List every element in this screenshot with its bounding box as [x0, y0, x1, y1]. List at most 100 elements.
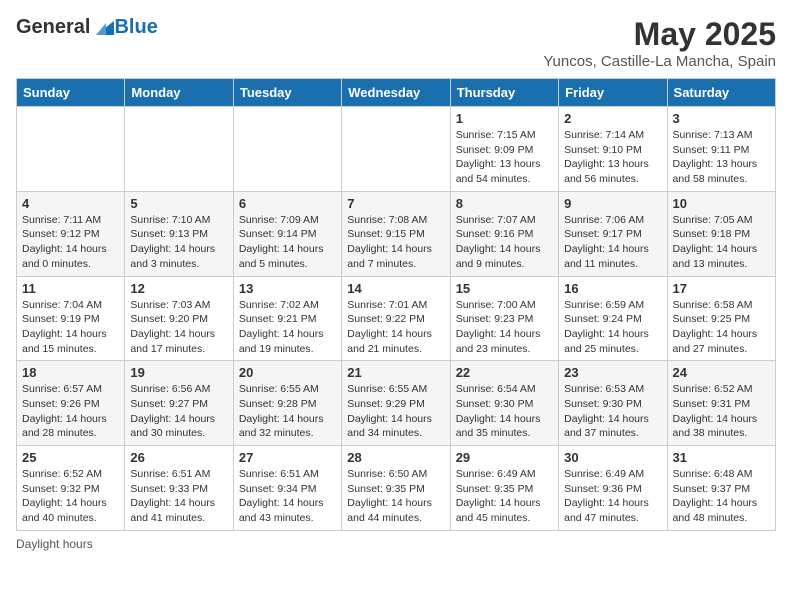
day-info: Sunrise: 7:02 AM Sunset: 9:21 PM Dayligh… — [239, 298, 336, 357]
day-info: Sunrise: 6:52 AM Sunset: 9:31 PM Dayligh… — [673, 382, 770, 441]
calendar-day-cell: 29Sunrise: 6:49 AM Sunset: 9:35 PM Dayli… — [450, 446, 558, 531]
day-number: 29 — [456, 450, 553, 465]
day-info: Sunrise: 7:09 AM Sunset: 9:14 PM Dayligh… — [239, 213, 336, 272]
calendar-day-cell: 30Sunrise: 6:49 AM Sunset: 9:36 PM Dayli… — [559, 446, 667, 531]
day-number: 12 — [130, 281, 227, 296]
day-info: Sunrise: 7:15 AM Sunset: 9:09 PM Dayligh… — [456, 128, 553, 187]
day-number: 27 — [239, 450, 336, 465]
logo-general: General — [16, 16, 90, 39]
day-info: Sunrise: 7:03 AM Sunset: 9:20 PM Dayligh… — [130, 298, 227, 357]
calendar-day-cell: 7 Sunrise: 7:08 AM Sunset: 9:15 PM Daylig… — [342, 191, 450, 276]
calendar-week-row: 4 Sunrise: 7:11 AM Sunset: 9:12 PM Daylig… — [17, 191, 776, 276]
day-info: Sunrise: 6:52 AM Sunset: 9:32 PM Dayligh… — [22, 467, 119, 526]
logo: General Blue — [16, 16, 158, 39]
day-number: 10 — [673, 196, 770, 211]
calendar-day-cell: 19 Sunrise: 6:56 AM Sunset: 9:27 PM Dayli… — [125, 361, 233, 446]
day-number: 31 — [673, 450, 770, 465]
day-info: Sunrise: 7:05 AM Sunset: 9:18 PM Dayligh… — [673, 213, 770, 272]
calendar-day-cell — [233, 107, 341, 192]
day-info: Sunrise: 7:04 AM Sunset: 9:19 PM Dayligh… — [22, 298, 119, 357]
calendar-day-cell: 26 Sunrise: 6:51 AM Sunset: 9:33 PM Dayli… — [125, 446, 233, 531]
calendar-day-cell: 23Sunrise: 6:53 AM Sunset: 9:30 PM Dayli… — [559, 361, 667, 446]
day-number: 22 — [456, 365, 553, 380]
day-number: 9 — [564, 196, 661, 211]
calendar-day-cell: 3Sunrise: 7:13 AM Sunset: 9:11 PM Daylig… — [667, 107, 775, 192]
calendar-day-cell: 22 Sunrise: 6:54 AM Sunset: 9:30 PM Dayli… — [450, 361, 558, 446]
calendar-week-row: 18Sunrise: 6:57 AM Sunset: 9:26 PM Dayli… — [17, 361, 776, 446]
day-number: 30 — [564, 450, 661, 465]
day-info: Sunrise: 6:56 AM Sunset: 9:27 PM Dayligh… — [130, 382, 227, 441]
calendar-day-cell: 2 Sunrise: 7:14 AM Sunset: 9:10 PM Daylig… — [559, 107, 667, 192]
calendar-day-cell: 20Sunrise: 6:55 AM Sunset: 9:28 PM Dayli… — [233, 361, 341, 446]
day-info: Sunrise: 7:10 AM Sunset: 9:13 PM Dayligh… — [130, 213, 227, 272]
day-number: 8 — [456, 196, 553, 211]
calendar-day-cell: 24 Sunrise: 6:52 AM Sunset: 9:31 PM Dayli… — [667, 361, 775, 446]
page-header: General Blue May 2025 Yuncos, Castille-L… — [16, 16, 776, 70]
logo-icon — [92, 17, 114, 39]
day-number: 4 — [22, 196, 119, 211]
calendar-day-cell: 17 Sunrise: 6:58 AM Sunset: 9:25 PM Dayli… — [667, 276, 775, 361]
calendar-day-cell: 15Sunrise: 7:00 AM Sunset: 9:23 PM Dayli… — [450, 276, 558, 361]
calendar-day-cell: 27 Sunrise: 6:51 AM Sunset: 9:34 PM Dayli… — [233, 446, 341, 531]
day-info: Sunrise: 7:07 AM Sunset: 9:16 PM Dayligh… — [456, 213, 553, 272]
calendar-day-cell: 21Sunrise: 6:55 AM Sunset: 9:29 PM Dayli… — [342, 361, 450, 446]
calendar-day-header: Tuesday — [233, 79, 341, 107]
day-number: 11 — [22, 281, 119, 296]
calendar-day-cell — [17, 107, 125, 192]
day-info: Sunrise: 7:06 AM Sunset: 9:17 PM Dayligh… — [564, 213, 661, 272]
day-info: Sunrise: 7:01 AM Sunset: 9:22 PM Dayligh… — [347, 298, 444, 357]
day-info: Sunrise: 6:54 AM Sunset: 9:30 PM Dayligh… — [456, 382, 553, 441]
day-number: 2 — [564, 111, 661, 126]
calendar-week-row: 25 Sunrise: 6:52 AM Sunset: 9:32 PM Dayli… — [17, 446, 776, 531]
calendar-day-cell: 4 Sunrise: 7:11 AM Sunset: 9:12 PM Daylig… — [17, 191, 125, 276]
logo-blue: Blue — [114, 16, 157, 39]
month-title: May 2025 — [543, 16, 776, 53]
day-number: 25 — [22, 450, 119, 465]
day-info: Sunrise: 6:55 AM Sunset: 9:28 PM Dayligh… — [239, 382, 336, 441]
calendar-day-cell: 9 Sunrise: 7:06 AM Sunset: 9:17 PM Daylig… — [559, 191, 667, 276]
calendar-day-cell — [342, 107, 450, 192]
day-number: 28 — [347, 450, 444, 465]
day-number: 7 — [347, 196, 444, 211]
calendar-day-cell: 14 Sunrise: 7:01 AM Sunset: 9:22 PM Dayli… — [342, 276, 450, 361]
day-number: 21 — [347, 365, 444, 380]
day-number: 24 — [673, 365, 770, 380]
day-number: 15 — [456, 281, 553, 296]
calendar-day-cell: 13 Sunrise: 7:02 AM Sunset: 9:21 PM Dayli… — [233, 276, 341, 361]
footer-note: Daylight hours — [16, 537, 776, 551]
calendar-day-cell: 5Sunrise: 7:10 AM Sunset: 9:13 PM Daylig… — [125, 191, 233, 276]
calendar-day-header: Friday — [559, 79, 667, 107]
calendar-table: SundayMondayTuesdayWednesdayThursdayFrid… — [16, 78, 776, 531]
calendar-day-cell: 12 Sunrise: 7:03 AM Sunset: 9:20 PM Dayli… — [125, 276, 233, 361]
day-number: 1 — [456, 111, 553, 126]
day-number: 17 — [673, 281, 770, 296]
day-info: Sunrise: 6:57 AM Sunset: 9:26 PM Dayligh… — [22, 382, 119, 441]
calendar-week-row: 1 Sunrise: 7:15 AM Sunset: 9:09 PM Daylig… — [17, 107, 776, 192]
day-number: 14 — [347, 281, 444, 296]
calendar-header-row: SundayMondayTuesdayWednesdayThursdayFrid… — [17, 79, 776, 107]
day-number: 13 — [239, 281, 336, 296]
calendar-day-cell: 10 Sunrise: 7:05 AM Sunset: 9:18 PM Dayli… — [667, 191, 775, 276]
day-info: Sunrise: 7:08 AM Sunset: 9:15 PM Dayligh… — [347, 213, 444, 272]
day-info: Sunrise: 7:14 AM Sunset: 9:10 PM Dayligh… — [564, 128, 661, 187]
calendar-day-cell: 1 Sunrise: 7:15 AM Sunset: 9:09 PM Daylig… — [450, 107, 558, 192]
day-info: Sunrise: 6:53 AM Sunset: 9:30 PM Dayligh… — [564, 382, 661, 441]
day-info: Sunrise: 6:58 AM Sunset: 9:25 PM Dayligh… — [673, 298, 770, 357]
calendar-day-cell: 16Sunrise: 6:59 AM Sunset: 9:24 PM Dayli… — [559, 276, 667, 361]
calendar-day-cell: 31 Sunrise: 6:48 AM Sunset: 9:37 PM Dayli… — [667, 446, 775, 531]
location-title: Yuncos, Castille-La Mancha, Spain — [543, 53, 776, 70]
day-number: 26 — [130, 450, 227, 465]
day-info: Sunrise: 7:11 AM Sunset: 9:12 PM Dayligh… — [22, 213, 119, 272]
title-block: May 2025 Yuncos, Castille-La Mancha, Spa… — [543, 16, 776, 70]
calendar-day-header: Saturday — [667, 79, 775, 107]
calendar-day-header: Thursday — [450, 79, 558, 107]
day-info: Sunrise: 6:51 AM Sunset: 9:34 PM Dayligh… — [239, 467, 336, 526]
day-info: Sunrise: 6:48 AM Sunset: 9:37 PM Dayligh… — [673, 467, 770, 526]
day-info: Sunrise: 6:50 AM Sunset: 9:35 PM Dayligh… — [347, 467, 444, 526]
calendar-day-cell: 18Sunrise: 6:57 AM Sunset: 9:26 PM Dayli… — [17, 361, 125, 446]
day-number: 19 — [130, 365, 227, 380]
calendar-day-header: Sunday — [17, 79, 125, 107]
calendar-day-header: Wednesday — [342, 79, 450, 107]
day-info: Sunrise: 6:51 AM Sunset: 9:33 PM Dayligh… — [130, 467, 227, 526]
calendar-day-cell: 25 Sunrise: 6:52 AM Sunset: 9:32 PM Dayli… — [17, 446, 125, 531]
